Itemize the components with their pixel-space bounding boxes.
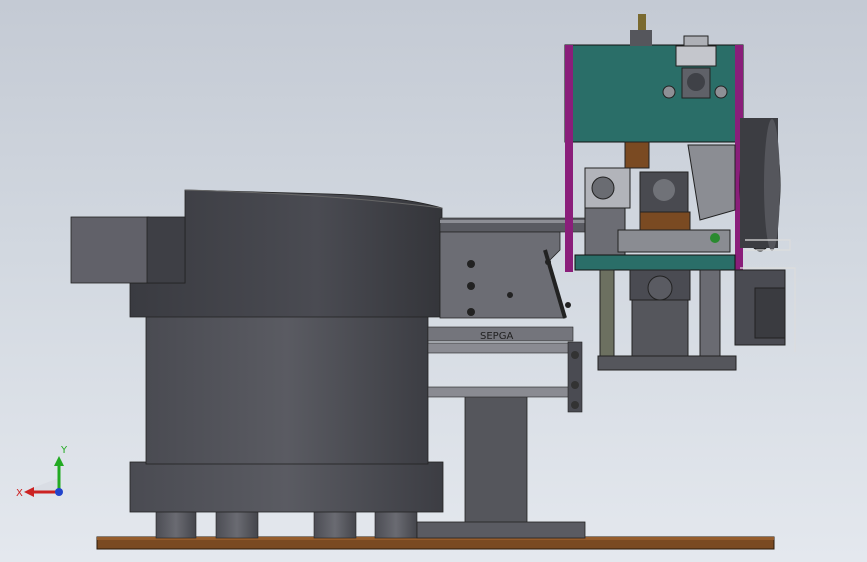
outlet-chute [70, 216, 186, 284]
triad-plane [22, 478, 59, 492]
y-axis-label: Y [60, 445, 68, 456]
bowl-feet [155, 507, 418, 539]
drum-wheel [739, 118, 781, 252]
z-axis-dot [55, 488, 63, 496]
part-label: SEPGA [480, 331, 513, 342]
cad-viewport[interactable]: SEPGA Y X [0, 0, 867, 562]
x-axis-label: X [16, 488, 23, 499]
bowl-drive-body [145, 315, 429, 465]
axis-triad[interactable]: Y X [14, 440, 74, 510]
x-axis-head [24, 487, 34, 497]
assembly-model[interactable]: SEPGA [0, 0, 867, 562]
press-tooling [574, 141, 736, 271]
base-plate [96, 536, 775, 550]
bowl-base-ring [129, 461, 444, 513]
y-axis-head [54, 456, 64, 466]
